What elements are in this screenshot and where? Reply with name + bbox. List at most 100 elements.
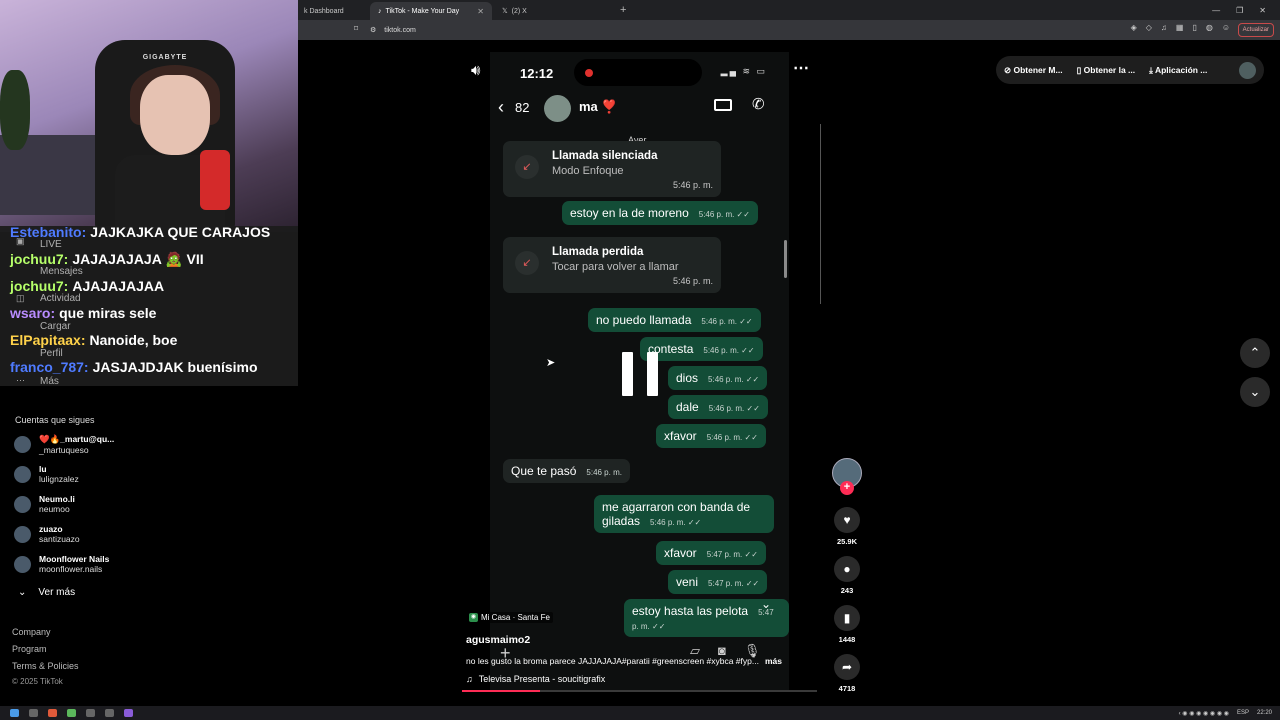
- nav-live[interactable]: LIVE: [40, 239, 62, 250]
- nav-profile[interactable]: Perfil: [40, 348, 63, 359]
- app-icon[interactable]: [105, 709, 114, 717]
- message-text: veni: [676, 575, 699, 589]
- tab-x[interactable]: 𝕏 (2) X: [494, 2, 610, 20]
- message-time: 5:46 p. m. ✓✓: [701, 317, 753, 326]
- next-video-button[interactable]: ⌄: [1240, 377, 1270, 407]
- explorer-icon[interactable]: [29, 709, 38, 717]
- tabs-icon[interactable]: ▦: [1176, 23, 1184, 32]
- maximize-icon[interactable]: ❐: [1236, 6, 1243, 15]
- language-indicator[interactable]: ESP: [1237, 710, 1249, 717]
- nav-activity[interactable]: Actividad: [40, 293, 81, 304]
- footer-terms-link[interactable]: Terms & Policies: [12, 661, 79, 671]
- pause-icon[interactable]: [620, 352, 660, 396]
- location-tag[interactable]: ◉ Mi Casa · Santa Fe: [466, 612, 553, 623]
- more-options-icon[interactable]: ⋯: [793, 58, 809, 78]
- app-icon[interactable]: [67, 709, 76, 717]
- message-time: 5:46 p. m.: [586, 468, 622, 477]
- app-icon[interactable]: [124, 709, 133, 717]
- update-button[interactable]: Actualizar: [1237, 23, 1274, 37]
- caption-more-link[interactable]: más: [765, 656, 782, 666]
- extension-icon[interactable]: ◇: [1146, 23, 1152, 32]
- music-note-icon: ♫: [466, 674, 473, 684]
- contact-name: ma ❣️: [579, 99, 618, 114]
- media-icon[interactable]: ♫: [1161, 23, 1167, 32]
- footer-company-link[interactable]: Company: [12, 627, 51, 637]
- chat-message: Estebanito: JAJKAJKA QUE CARAJOS: [10, 226, 270, 240]
- feed-divider: [820, 124, 821, 304]
- video-caption: no les gusto la broma parece JAJJAJAJA#p…: [466, 656, 811, 666]
- share-button[interactable]: ➦ 4718: [834, 654, 860, 693]
- footer-program-link[interactable]: Program: [12, 644, 47, 654]
- following-item[interactable]: lu lulignzalez: [14, 464, 79, 484]
- following-item[interactable]: ❤️🔥_martu@qu... _martuqueso: [14, 434, 114, 455]
- following-item[interactable]: Neumo.li neumoo: [14, 494, 75, 514]
- mouse-cursor-icon: ➤: [546, 357, 556, 369]
- browser-icon[interactable]: [48, 709, 57, 717]
- wallet-icon[interactable]: ◍: [1206, 23, 1213, 32]
- see-more-button[interactable]: ⌄ Ver más: [18, 587, 75, 598]
- following-name: Neumo.li: [39, 494, 75, 504]
- bookmark-icon[interactable]: ⌑: [354, 24, 358, 33]
- phone-status-time: 12:12: [520, 66, 554, 81]
- dynamic-island: [574, 59, 702, 86]
- app-icon[interactable]: [86, 709, 95, 717]
- missed-call-icon: ↙: [515, 251, 539, 275]
- chevron-down-icon: ⌄: [18, 587, 27, 598]
- chat-message: wsaro: que miras sele: [10, 305, 156, 321]
- nav-upload[interactable]: Cargar: [40, 321, 71, 332]
- profile-icon[interactable]: ☺: [1222, 23, 1230, 32]
- chat-username: jochuu7:: [10, 278, 69, 294]
- call-card: ↙ Llamada silenciada Modo Enfoque 5:46 p…: [503, 141, 721, 197]
- location-badge-icon: ◉: [469, 613, 478, 622]
- chat-message: jochuu7: JAJAJAJAJA 🧟 VII: [10, 251, 204, 268]
- chat-text: JAJKAJKA QUE CARAJOS: [90, 226, 271, 240]
- follow-plus-icon[interactable]: +: [840, 481, 854, 495]
- tiktok-sidebar: Cuentas que sigues ❤️🔥_martu@qu... _martu…: [0, 386, 298, 706]
- video-progress-bar[interactable]: [462, 690, 817, 692]
- start-icon[interactable]: [10, 709, 19, 717]
- save-button[interactable]: ▮ 1448: [834, 605, 860, 644]
- tab-dashboard[interactable]: k Dashboard: [296, 2, 368, 20]
- extension-icon[interactable]: ◈: [1131, 23, 1137, 32]
- message-text: estoy hasta las pelota: [632, 604, 749, 618]
- comment-button[interactable]: ● 243: [834, 556, 860, 595]
- clock[interactable]: 22:20: [1257, 710, 1272, 717]
- message-bubble: me agarraron con banda de giladas 5:46 p.…: [594, 495, 774, 533]
- sidebar-icon[interactable]: ▯: [1192, 23, 1196, 32]
- message-bubble: dale 5:46 p. m. ✓✓: [668, 395, 768, 419]
- tab-tiktok[interactable]: ♪ TikTok - Make Your Day ✕: [370, 2, 492, 20]
- nav-more[interactable]: Más: [40, 376, 59, 386]
- desktop-app-link[interactable]: ⤓ Aplicación ...: [1149, 65, 1207, 76]
- close-window-icon[interactable]: ✕: [1259, 6, 1266, 15]
- message-text: Que te pasó: [511, 464, 577, 478]
- profile-avatar[interactable]: [1239, 61, 1256, 79]
- like-count: 25.9K: [836, 537, 857, 546]
- music-info[interactable]: ♫ Televisa Presenta - soucitigrafix: [466, 674, 605, 684]
- previous-video-button[interactable]: ⌃: [1240, 338, 1270, 368]
- share-icon: ➦: [834, 654, 860, 680]
- bookmark-icon: ▮: [834, 605, 860, 631]
- see-more-label: Ver más: [38, 587, 76, 598]
- feed-navigation: ⌃ ⌄: [1240, 338, 1270, 416]
- site-info-icon[interactable]: ⚙: [370, 26, 376, 34]
- chat-text: JASJAJDJAK buenísimo: [92, 359, 258, 375]
- stream-chat: ▣ LIVE Mensajes ◫ Actividad Cargar Perfi…: [0, 226, 298, 386]
- back-count: 82: [515, 100, 530, 115]
- following-handle: _martuqueso: [39, 445, 89, 455]
- avatar: [14, 525, 31, 543]
- whatsapp-header: ‹ 82 ma ❣️ ✆: [490, 90, 789, 126]
- get-app-link[interactable]: ▯ Obtener la ...: [1077, 65, 1136, 76]
- message-text: xfavor: [664, 429, 697, 443]
- following-item[interactable]: zuazo santizuazo: [14, 524, 80, 544]
- get-coins-link[interactable]: ⊘ Obtener M...: [1004, 65, 1063, 76]
- video-player[interactable]: 12:12 ▂▄ ≋ ▭ ‹ 82 ma ❣️ ✆ Ayer ↙ Llamada…: [490, 52, 789, 690]
- volume-icon[interactable]: 🔊︎: [471, 62, 480, 79]
- like-button[interactable]: ♥ 25.9K: [834, 507, 860, 546]
- new-tab-button[interactable]: +: [610, 4, 636, 16]
- video-author[interactable]: agusmaimo2: [466, 634, 530, 646]
- close-tab-icon[interactable]: ✕: [477, 7, 484, 16]
- message-text: xfavor: [664, 546, 697, 560]
- minimize-icon[interactable]: —: [1212, 6, 1220, 15]
- following-item[interactable]: Moonflower Nails moonflower.nails: [14, 554, 109, 574]
- address-bar[interactable]: ⚙ tiktok.com: [370, 26, 416, 35]
